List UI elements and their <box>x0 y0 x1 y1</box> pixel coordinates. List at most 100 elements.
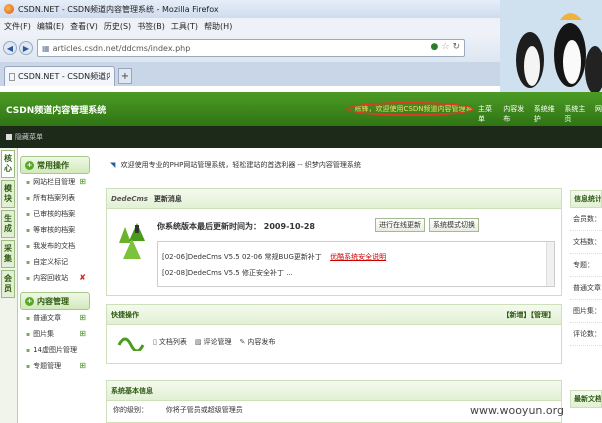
stats-members: 会员数： <box>570 208 602 231</box>
hide-menu-link[interactable]: 隐藏菜单 <box>15 132 43 142</box>
menu-section-common[interactable]: + 常用操作 <box>20 156 90 174</box>
url-bar[interactable]: ▦ articles.csdn.net/ddcms/index.php ● ☆ … <box>37 39 465 57</box>
browser-navbar: ◀ ▶ ▦ articles.csdn.net/ddcms/index.php … <box>0 34 602 62</box>
menu-help[interactable]: 帮助(H) <box>204 21 232 32</box>
firefox-icon <box>4 4 14 14</box>
add-icon[interactable]: ⊞ <box>79 313 86 322</box>
quick-doc-list[interactable]: ▯ 文档列表 <box>153 337 187 347</box>
topnav-maintenance[interactable]: 系统维护 <box>534 104 556 124</box>
welcome-crumb: ◥ 欢迎使用专业的PHP网站管理系统，轻松建站的首选利器 -- 织梦内容管理系统 <box>110 160 361 170</box>
menu-file[interactable]: 文件(F) <box>4 21 31 32</box>
menu-item-category[interactable]: 网站栏目管理⊞ <box>20 174 90 190</box>
menu-edit[interactable]: 编辑(E) <box>37 21 64 32</box>
pencil-icon: ✎ <box>239 338 246 346</box>
menu-history[interactable]: 历史(S) <box>104 21 131 32</box>
new-tab-button[interactable]: + <box>118 68 132 84</box>
menu-item-articles[interactable]: 普通文章 ⊞ <box>20 310 90 326</box>
stats-header: 信息统计 <box>570 190 602 208</box>
expand-icon: + <box>25 296 34 306</box>
menu-item-label: 网站栏目管理 <box>33 178 76 186</box>
menu-item-custom-tags[interactable]: 自定义标记 <box>20 254 90 270</box>
hide-menu-icon <box>6 134 12 140</box>
security-notice-link[interactable]: 优酷系统安全说明 <box>330 253 386 261</box>
menu-view[interactable]: 查看(V) <box>70 21 98 32</box>
window-titlebar: CSDN.NET - CSDN频道内容管理系统 - Mozilla Firefo… <box>0 0 602 18</box>
update-scrollbar[interactable] <box>546 242 554 286</box>
vtab-collect[interactable]: 采集 <box>1 240 15 268</box>
forward-icon[interactable]: ▶ <box>19 41 33 55</box>
menu-bookmarks[interactable]: 书签(B) <box>137 21 165 32</box>
update-status: 你系统版本最后更新时间为： 2009-10-28 <box>157 221 315 232</box>
menu-item-all-docs[interactable]: 所有档案列表 <box>20 190 90 206</box>
topnav-main-menu[interactable]: 主菜单 <box>478 104 494 124</box>
quick-comments[interactable]: ▧ 评论管理 <box>195 337 232 347</box>
vtab-modules[interactable]: 模块 <box>1 180 15 208</box>
sub-toolbar: 隐藏菜单 <box>0 126 602 148</box>
vertical-tabs: 核心 模块 生成 采集 会员 <box>0 148 18 423</box>
menu-item-label: 自定义标记 <box>33 258 69 266</box>
add-icon[interactable]: ⊞ <box>79 329 86 338</box>
quick-comments-label: 评论管理 <box>203 338 232 346</box>
menu-section-content[interactable]: + 内容管理 <box>20 292 90 310</box>
update-panel: DedeCms 更新消息 你系统版本最后更新时间为： 2009-10-28 进行… <box>106 188 562 296</box>
vtab-generate[interactable]: 生成 <box>1 210 15 238</box>
topnav-publish[interactable]: 内容发布 <box>503 104 525 124</box>
app-title: CSDN频道内容管理系统 <box>6 106 107 116</box>
update-line-2-text: [02-08]DedeCms V5.5 修正安全补丁 ... <box>162 269 293 277</box>
topnav-more[interactable]: 网 <box>595 104 602 124</box>
app-header: CSDN频道内容管理系统 您好：陈锋，欢迎使用CSDN频道内容管理系统！ 主菜单… <box>0 92 602 126</box>
welcome-crumb-text: 欢迎使用专业的PHP网站管理系统，轻松建站的首选利器 -- 织梦内容管理系统 <box>120 161 361 169</box>
reload-icon[interactable]: ↻ <box>452 42 460 52</box>
vtab-members[interactable]: 会员 <box>1 270 15 298</box>
menu-item-image-manage[interactable]: 14虚图片管理 <box>20 342 90 358</box>
mode-switch-button[interactable]: 系统模式切换 <box>429 218 479 232</box>
menu-item-my-docs[interactable]: 我发布的文档 <box>20 238 90 254</box>
update-status-prefix: 你系统版本最后更新时间为： <box>157 222 261 231</box>
add-icon[interactable]: ⊞ <box>79 361 86 370</box>
update-message-box[interactable]: [02-06]DedeCms V5.5 02-06 常规BUG更新补丁 优酷系统… <box>157 241 555 287</box>
update-line-1-text: [02-06]DedeCms V5.5 02-06 常规BUG更新补丁 <box>162 253 322 261</box>
delete-icon[interactable]: ✘ <box>79 273 86 282</box>
topnav-home[interactable]: 系统主页 <box>564 104 586 124</box>
stats-docs: 文档数： <box>570 231 602 254</box>
menu-item-albums[interactable]: 图片集 ⊞ <box>20 326 90 342</box>
tab-favicon <box>9 72 16 81</box>
search-placeholder: 百度 <box>515 43 532 53</box>
system-info-header: 系统基本信息 <box>107 381 561 401</box>
online-update-button[interactable]: 进行在线更新 <box>375 218 425 232</box>
main-content: ◥ 欢迎使用专业的PHP网站管理系统，轻松建站的首选利器 -- 织梦内容管理系统… <box>100 148 562 423</box>
vtab-core[interactable]: 核心 <box>1 150 15 178</box>
add-icon[interactable]: ⊞ <box>79 177 86 186</box>
comment-icon: ▧ <box>194 338 202 346</box>
menu-item-label: 专题管理 <box>33 362 62 370</box>
quick-ops-links[interactable]: 【新增】【管理】 <box>503 310 556 320</box>
menu-item-label: 已审核的档案 <box>33 210 76 218</box>
update-line-1: [02-06]DedeCms V5.5 02-06 常规BUG更新补丁 优酷系统… <box>162 252 386 262</box>
menu-item-label: 我发布的文档 <box>33 242 76 250</box>
quick-publish[interactable]: ✎ 内容发布 <box>239 337 275 347</box>
menu-item-topics[interactable]: 专题管理 ⊞ <box>20 358 90 374</box>
url-actions: ● ☆ ↻ <box>431 42 460 52</box>
quick-ops-icon <box>117 337 145 351</box>
bookmark-star-icon[interactable]: ☆ <box>441 42 449 52</box>
back-icon[interactable]: ◀ <box>3 41 17 55</box>
quick-publish-label: 内容发布 <box>247 338 276 346</box>
menu-item-recycle[interactable]: 内容回收站 ✘ <box>20 270 90 286</box>
left-menu: + 常用操作 网站栏目管理⊞ 所有档案列表 已审核的档案 等审核的档案 我发布的… <box>20 156 90 423</box>
menu-item-pending[interactable]: 等审核的档案 <box>20 222 90 238</box>
menu-section-common-label: 常用操作 <box>37 160 69 170</box>
quick-doc-list-label: 文档列表 <box>158 338 187 346</box>
wooyun-watermark: www.wooyun.org <box>470 404 564 417</box>
update-panel-brand: DedeCms <box>111 194 148 203</box>
system-info-title: 系统基本信息 <box>111 386 153 395</box>
menu-item-approved[interactable]: 已审核的档案 <box>20 206 90 222</box>
welcome-message: 您好：陈锋，欢迎使用CSDN频道内容管理系统！ <box>346 102 474 116</box>
update-panel-title: 更新消息 <box>153 194 182 203</box>
stats-panel: 信息统计 会员数： 文档数： 专题： 普通文章： 图片集： 评论数： 最新文档 <box>570 190 602 423</box>
tab-csdn[interactable]: CSDN.NET - CSDN频道内容管理系统 <box>4 66 115 86</box>
search-input[interactable]: ▣ 百度 <box>500 39 600 57</box>
menu-tools[interactable]: 工具(T) <box>171 21 198 32</box>
go-icon[interactable]: ● <box>431 42 439 52</box>
menu-section-content-label: 内容管理 <box>37 296 69 306</box>
tab-label: CSDN.NET - CSDN频道内容管理系统 <box>18 72 110 81</box>
